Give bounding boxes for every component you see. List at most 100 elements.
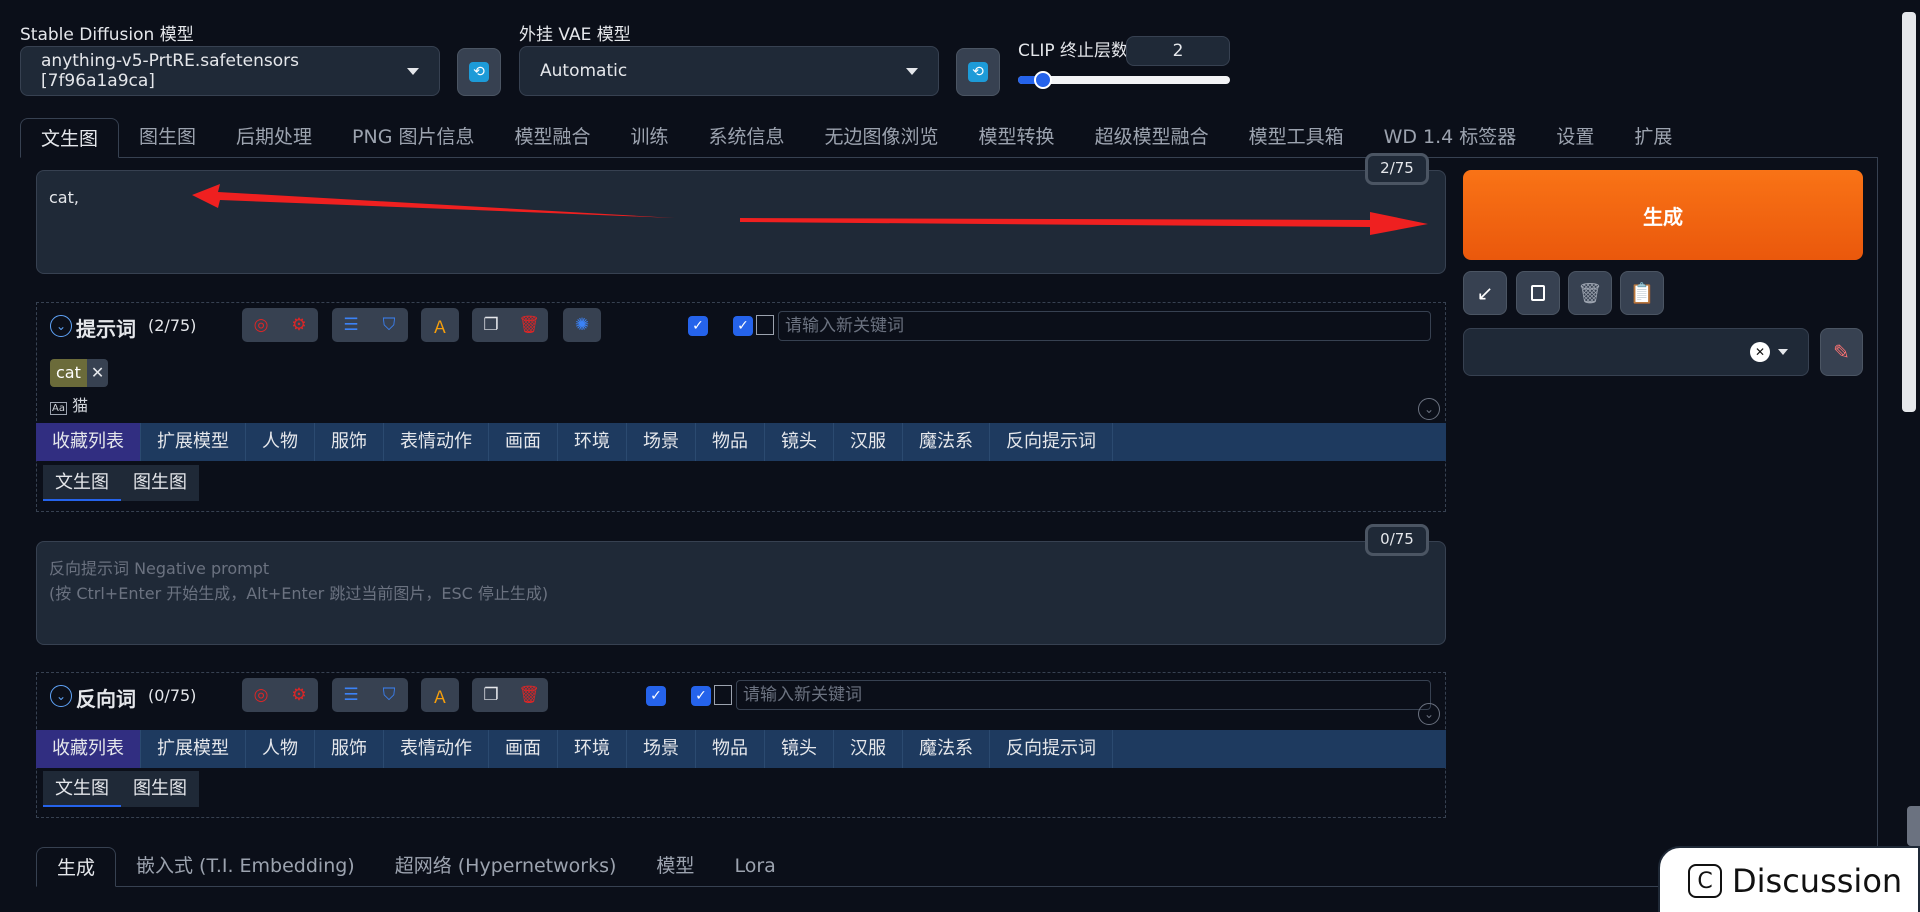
trash-icon[interactable]: 🗑 — [510, 678, 548, 712]
category-item-8[interactable]: 物品 — [696, 423, 765, 461]
main-tab-0[interactable]: 文生图 — [20, 118, 120, 158]
category-item-2[interactable]: 人物 — [246, 730, 315, 768]
checkbox-1[interactable]: ✓ — [688, 316, 708, 336]
category-item-3[interactable]: 服饰 — [315, 730, 384, 768]
main-tab-6[interactable]: 系统信息 — [689, 117, 805, 157]
clip-skip-input[interactable]: 2 — [1126, 36, 1230, 66]
category-item-7[interactable]: 场景 — [627, 423, 696, 461]
read-params-button[interactable]: ↙ — [1463, 271, 1507, 315]
main-tab-9[interactable]: 超级模型融合 — [1075, 117, 1229, 157]
category-item-2[interactable]: 人物 — [246, 423, 315, 461]
main-tabs: 文生图 图生图 后期处理 PNG 图片信息 模型融合 训练 系统信息 无边图像浏览 模型转换 超级… — [20, 117, 1878, 158]
category-item-10[interactable]: 汉服 — [834, 423, 903, 461]
tag-remove-icon[interactable]: ✕ — [86, 359, 109, 387]
translate-icon[interactable]: Ａ — [421, 308, 459, 342]
category-item-4[interactable]: 表情动作 — [384, 423, 489, 461]
vae-dropdown[interactable]: Automatic — [519, 46, 939, 96]
trash-icon[interactable]: 🗑 — [510, 308, 548, 342]
checkbox-2[interactable]: ✓ — [691, 686, 711, 706]
sub-tab-0[interactable]: 文生图 — [43, 771, 121, 807]
ai-icon[interactable]: ✺ — [563, 308, 601, 342]
main-tab-13[interactable]: 扩展 — [1614, 117, 1692, 157]
bookmark-icon[interactable]: ⛉ — [370, 308, 408, 342]
translate-tools: ◎ ⚙ — [242, 678, 318, 712]
category-item-9[interactable]: 镜头 — [765, 423, 834, 461]
category-item-1[interactable]: 扩展模型 — [141, 423, 246, 461]
main-tab-12[interactable]: 设置 — [1536, 117, 1614, 157]
category-item-12[interactable]: 反向提示词 — [990, 730, 1113, 768]
refresh-vae-button[interactable]: ⟲ — [956, 48, 1000, 96]
clear-button[interactable]: 🗑 — [1568, 271, 1612, 315]
clear-circle-icon[interactable]: ✕ — [1750, 342, 1770, 362]
expand-chevron-icon[interactable]: ⌄ — [1418, 703, 1440, 725]
category-item-6[interactable]: 环境 — [558, 423, 627, 461]
category-item-8[interactable]: 物品 — [696, 730, 765, 768]
main-tab-3[interactable]: PNG 图片信息 — [332, 117, 494, 157]
clip-slider-knob[interactable] — [1034, 71, 1053, 89]
style-dropdown[interactable]: ✕ — [1463, 328, 1809, 376]
main-tab-7[interactable]: 无边图像浏览 — [805, 117, 959, 157]
chevron-down-icon — [407, 67, 419, 75]
category-item-9[interactable]: 镜头 — [765, 730, 834, 768]
edit-style-button[interactable]: ✎ — [1820, 328, 1863, 376]
category-item-4[interactable]: 表情动作 — [384, 730, 489, 768]
collapse-chevron-icon[interactable]: ⌄ — [50, 315, 72, 337]
gear-icon[interactable]: ⚙ — [280, 308, 318, 342]
paste-button[interactable]: 📋 — [1620, 271, 1664, 315]
sd-model-dropdown[interactable]: anything-v5-PrtRE.safetensors [7f96a1a9c… — [20, 46, 440, 96]
expand-chevron-icon[interactable]: ⌄ — [1418, 398, 1440, 420]
list-icon[interactable]: ☰ — [332, 308, 370, 342]
generate-button[interactable]: 生成 — [1463, 170, 1863, 260]
category-item-11[interactable]: 魔法系 — [903, 730, 990, 768]
bottom-tab-2[interactable]: 超网络 (Hypernetworks) — [375, 846, 637, 886]
main-tab-1[interactable]: 图生图 — [119, 117, 216, 157]
collapse-chevron-icon[interactable]: ⌄ — [50, 685, 72, 707]
square-button[interactable] — [1516, 271, 1560, 315]
category-item-5[interactable]: 画面 — [489, 730, 558, 768]
copy-icon[interactable]: ❐ — [472, 678, 510, 712]
bottom-tab-1[interactable]: 嵌入式 (T.I. Embedding) — [116, 846, 375, 886]
sub-tab-0[interactable]: 文生图 — [43, 465, 121, 501]
sub-tab-1[interactable]: 图生图 — [121, 771, 199, 807]
category-item-7[interactable]: 场景 — [627, 730, 696, 768]
checkbox-1[interactable]: ✓ — [646, 686, 666, 706]
category-item-6[interactable]: 环境 — [558, 730, 627, 768]
main-tab-10[interactable]: 模型工具箱 — [1229, 117, 1364, 157]
copyright-icon: C — [1688, 864, 1722, 898]
category-item-3[interactable]: 服饰 — [315, 423, 384, 461]
main-tab-4[interactable]: 模型融合 — [494, 117, 610, 157]
bottom-tabs: 生成 嵌入式 (T.I. Embedding) 超网络 (Hypernetworks… — [36, 846, 1878, 887]
negative-prompt-textarea[interactable]: 反向提示词 Negative prompt (按 Ctrl+Enter 开始生成… — [36, 541, 1446, 645]
discussion-button[interactable]: C Discussion — [1658, 846, 1920, 912]
gear-icon[interactable]: ⚙ — [280, 678, 318, 712]
main-tab-8[interactable]: 模型转换 — [959, 117, 1075, 157]
category-item-0[interactable]: 收藏列表 — [36, 730, 141, 768]
brush-icon: ✎ — [1833, 340, 1850, 364]
scrollbar-thumb[interactable] — [1902, 12, 1916, 412]
category-item-10[interactable]: 汉服 — [834, 730, 903, 768]
copy-icon[interactable]: ❐ — [472, 308, 510, 342]
sub-tab-1[interactable]: 图生图 — [121, 465, 199, 501]
bookmark-icon[interactable]: ⛉ — [370, 678, 408, 712]
main-tab-5[interactable]: 训练 — [611, 117, 689, 157]
category-item-0[interactable]: 收藏列表 — [36, 423, 141, 461]
bottom-tab-3[interactable]: 模型 — [636, 846, 714, 886]
refresh-sd-model-button[interactable]: ⟲ — [457, 48, 501, 96]
prompt-tag[interactable]: cat ✕ — [50, 359, 109, 387]
list-icon[interactable]: ☰ — [332, 678, 370, 712]
category-item-5[interactable]: 画面 — [489, 423, 558, 461]
globe-icon[interactable]: ◎ — [242, 308, 280, 342]
category-item-1[interactable]: 扩展模型 — [141, 730, 246, 768]
keyword-input[interactable]: 请输入新关键词 — [736, 680, 1431, 710]
globe-icon[interactable]: ◎ — [242, 678, 280, 712]
bottom-tab-4[interactable]: Lora — [714, 846, 795, 886]
category-item-11[interactable]: 魔法系 — [903, 423, 990, 461]
category-item-12[interactable]: 反向提示词 — [990, 423, 1113, 461]
keyword-input[interactable]: 请输入新关键词 — [778, 311, 1431, 341]
main-tab-11[interactable]: WD 1.4 标签器 — [1364, 117, 1537, 157]
bottom-tab-0[interactable]: 生成 — [36, 847, 117, 887]
main-tab-2[interactable]: 后期处理 — [216, 117, 332, 157]
checkbox-2[interactable]: ✓ — [733, 316, 753, 336]
panel-icon — [714, 685, 732, 705]
translate-icon[interactable]: Ａ — [421, 678, 459, 712]
